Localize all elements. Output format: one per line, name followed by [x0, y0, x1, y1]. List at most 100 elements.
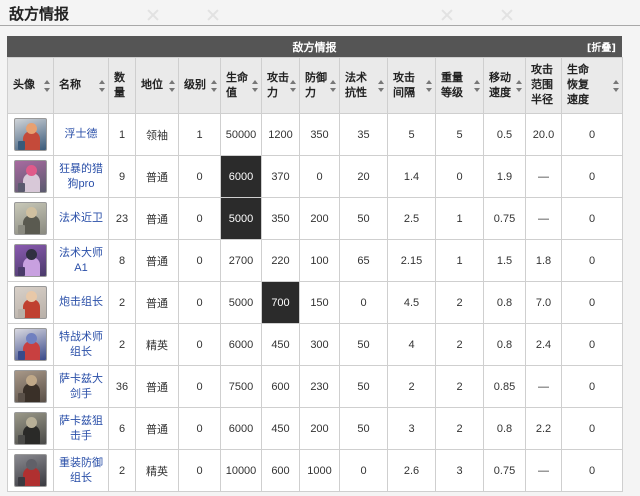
- atk-cell: 220: [261, 239, 300, 282]
- column-header-weight[interactable]: 重量等级: [435, 57, 484, 114]
- column-header-avatar[interactable]: 头像: [7, 57, 54, 114]
- sort-icon[interactable]: [613, 79, 619, 92]
- enemy-name-link[interactable]: 炮击组长: [59, 296, 103, 308]
- enemy-name-link[interactable]: 法术大师A1: [59, 247, 103, 274]
- table-row: 炮击组长 2 普通 0 5000 700 150 0 4.5 2 0.8 7.0 0: [7, 281, 623, 324]
- enemy-name-link[interactable]: 法术近卫: [59, 212, 103, 224]
- enemy-name-link[interactable]: 重装防御组长: [59, 457, 103, 484]
- enemy-sarkaz-greatsword-icon[interactable]: [14, 370, 47, 403]
- enemy-name-cell: 萨卡兹大剑手: [53, 365, 109, 408]
- table-caption: 敌方情报 [折叠]: [7, 36, 622, 57]
- res-cell: 65: [339, 239, 388, 282]
- enemy-name-link[interactable]: 浮士德: [65, 128, 98, 140]
- sort-icon[interactable]: [516, 79, 522, 92]
- sort-icon[interactable]: [378, 79, 384, 92]
- res-cell: 50: [339, 407, 388, 450]
- interval-cell: 2.15: [387, 239, 436, 282]
- def-cell: 350: [299, 113, 340, 156]
- sort-icon[interactable]: [44, 79, 50, 92]
- avatar-cell: [7, 239, 54, 282]
- status-cell: 普通: [135, 407, 179, 450]
- range-cell: 2.2: [525, 407, 562, 450]
- enemy-info-table: 头像 名称 数量 地位 级别 生命值 攻击力 防御力 法术抗性 攻击间隔 重量等…: [7, 57, 623, 492]
- level-cell: 0: [178, 197, 221, 240]
- enemy-name-link[interactable]: 特战术师组长: [59, 331, 103, 358]
- enemy-name-cell: 法术大师A1: [53, 239, 109, 282]
- sort-icon[interactable]: [99, 79, 105, 92]
- column-header-def[interactable]: 防御力: [299, 57, 340, 114]
- avatar-cell: [7, 197, 54, 240]
- status-cell: 精英: [135, 323, 179, 366]
- atk-cell: 370: [261, 155, 300, 198]
- enemy-name-link[interactable]: 萨卡兹大剑手: [59, 373, 103, 400]
- sort-icon[interactable]: [474, 79, 480, 92]
- enemy-caster-guard-icon[interactable]: [14, 202, 47, 235]
- sort-icon[interactable]: [169, 79, 175, 92]
- regen-cell: 0: [561, 323, 623, 366]
- enemy-name-link[interactable]: 狂暴的猎狗pro: [59, 163, 103, 190]
- sort-icon[interactable]: [330, 79, 336, 92]
- column-header-atk[interactable]: 攻击力: [261, 57, 300, 114]
- column-header-name[interactable]: 名称: [53, 57, 109, 114]
- interval-cell: 2: [387, 365, 436, 408]
- column-header-count[interactable]: 数量: [108, 57, 136, 114]
- speed-cell: 0.8: [483, 281, 526, 324]
- count-cell: 1: [108, 113, 136, 156]
- sort-icon[interactable]: [252, 79, 258, 92]
- background-cross-icon: [500, 8, 514, 22]
- res-cell: 20: [339, 155, 388, 198]
- enemy-info-table-wrapper: 敌方情报 [折叠] 头像 名称 数量 地位 级别 生命值 攻击力 防御力 法术抗…: [7, 36, 623, 492]
- def-cell: 0: [299, 155, 340, 198]
- column-header-interval[interactable]: 攻击间隔: [387, 57, 436, 114]
- status-cell: 普通: [135, 197, 179, 240]
- count-cell: 36: [108, 365, 136, 408]
- sort-icon[interactable]: [426, 79, 432, 92]
- enemy-hound-icon[interactable]: [14, 160, 47, 193]
- column-header-level[interactable]: 级别: [178, 57, 221, 114]
- enemy-ice-wizard-icon[interactable]: [14, 118, 47, 151]
- atk-cell: 600: [261, 365, 300, 408]
- weight-cell: 0: [435, 155, 484, 198]
- res-cell: 0: [339, 449, 388, 492]
- hp-cell: 6000: [220, 407, 262, 450]
- enemy-sarkaz-sniper-icon[interactable]: [14, 412, 47, 445]
- enemy-artillery-leader-icon[interactable]: [14, 286, 47, 319]
- enemy-heavy-defender-icon[interactable]: [14, 454, 47, 487]
- res-cell: 0: [339, 281, 388, 324]
- column-header-speed[interactable]: 移动速度: [483, 57, 526, 114]
- table-header-row: 头像 名称 数量 地位 级别 生命值 攻击力 防御力 法术抗性 攻击间隔 重量等…: [7, 57, 623, 114]
- sort-icon[interactable]: [211, 79, 217, 92]
- enemy-name-cell: 炮击组长: [53, 281, 109, 324]
- range-cell: 7.0: [525, 281, 562, 324]
- column-header-regen[interactable]: 生命恢复速度: [561, 57, 623, 114]
- regen-cell: 0: [561, 365, 623, 408]
- column-header-hp[interactable]: 生命值: [220, 57, 262, 114]
- enemy-name-cell: 重装防御组长: [53, 449, 109, 492]
- weight-cell: 2: [435, 281, 484, 324]
- speed-cell: 0.85: [483, 365, 526, 408]
- def-cell: 230: [299, 365, 340, 408]
- speed-cell: 1.9: [483, 155, 526, 198]
- hp-cell: 2700: [220, 239, 262, 282]
- count-cell: 2: [108, 281, 136, 324]
- column-header-status[interactable]: 地位: [135, 57, 179, 114]
- collapse-toggle[interactable]: [折叠]: [587, 39, 616, 54]
- level-cell: 0: [178, 281, 221, 324]
- column-header-res[interactable]: 法术抗性: [339, 57, 388, 114]
- hp-cell: 7500: [220, 365, 262, 408]
- enemy-name-link[interactable]: 萨卡兹狙击手: [59, 415, 103, 442]
- regen-cell: 0: [561, 155, 623, 198]
- weight-cell: 2: [435, 365, 484, 408]
- speed-cell: 0.8: [483, 407, 526, 450]
- interval-cell: 2.6: [387, 449, 436, 492]
- res-cell: 50: [339, 197, 388, 240]
- enemy-special-caster-icon[interactable]: [14, 328, 47, 361]
- enemy-caster-master-icon[interactable]: [14, 244, 47, 277]
- column-header-range[interactable]: 攻击范围半径: [525, 57, 562, 114]
- sort-icon[interactable]: [290, 79, 296, 92]
- status-cell: 精英: [135, 449, 179, 492]
- speed-cell: 0.5: [483, 113, 526, 156]
- count-cell: 6: [108, 407, 136, 450]
- avatar-cell: [7, 113, 54, 156]
- regen-cell: 0: [561, 239, 623, 282]
